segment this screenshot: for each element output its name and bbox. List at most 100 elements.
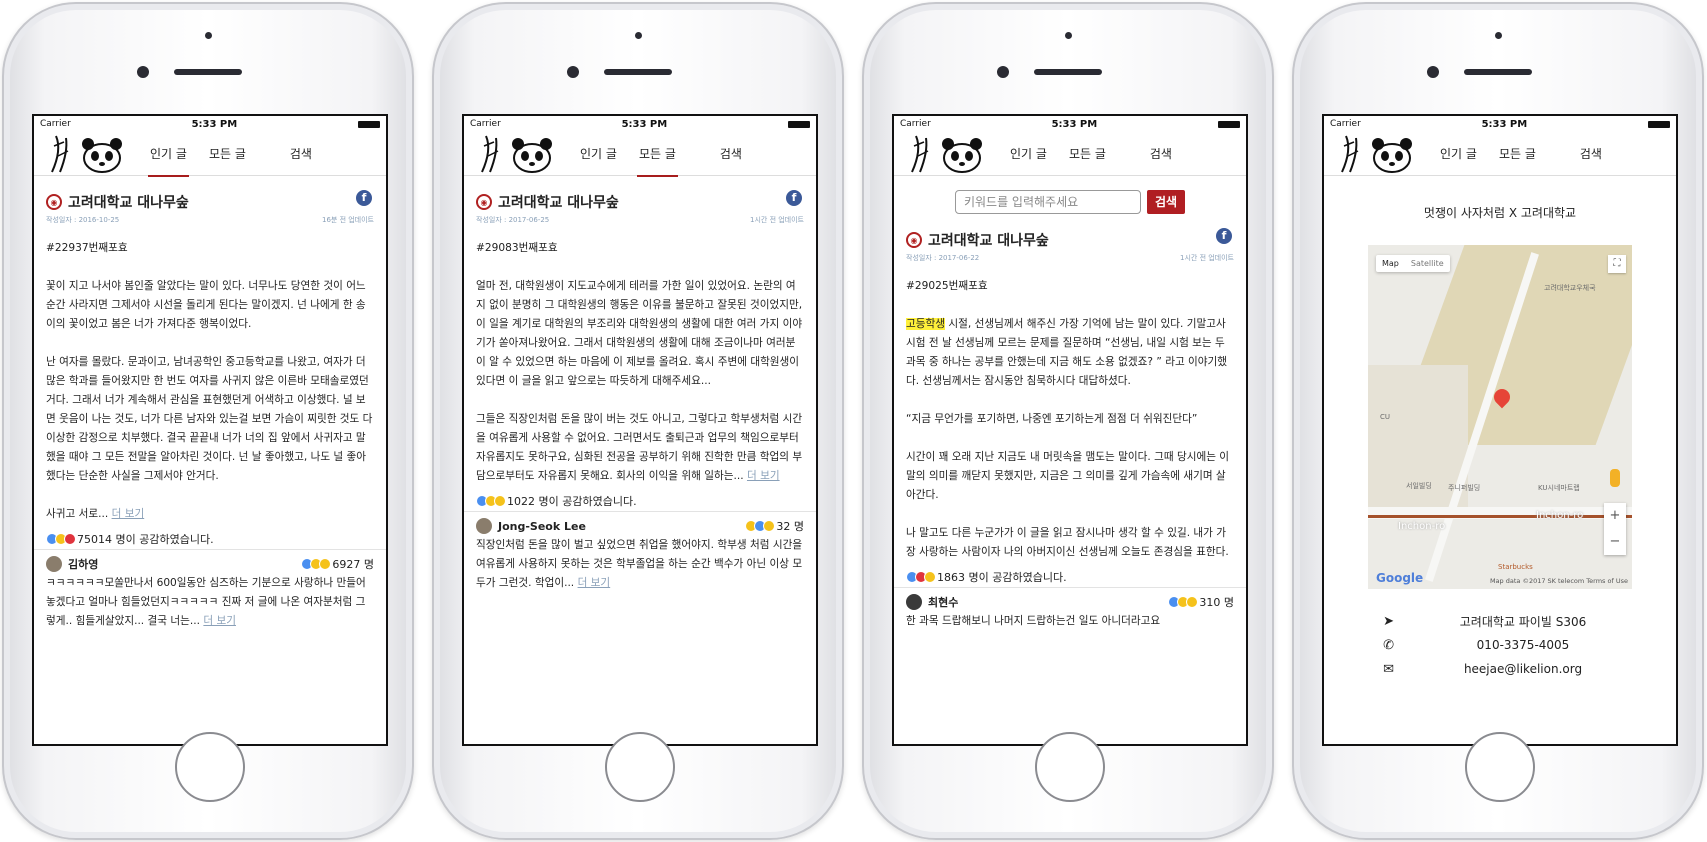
post-paragraph: 얼마 전, 대학원생이 지도교수에게 테러를 가한 일이 있었어요. 논란의 여… <box>476 280 803 387</box>
contact-info: ➤ 고려대학교 파이빌 S306 ✆ 010-3375-4005 ✉ heeja… <box>1324 589 1676 681</box>
avatar <box>906 594 922 610</box>
top-comment: 최현수 310 명 한 과목 드랍해보니 나머지 드랍하는건 일도 아니더라고요 <box>894 588 1246 631</box>
front-camera <box>137 66 149 78</box>
phone-frame-3: Carrier 5:33 PM 인기 글 모든 글 검색 키워드를 입력해주세요… <box>862 2 1274 840</box>
tab-popular[interactable]: 인기 글 <box>1440 132 1477 176</box>
post-body: #22937번째포효 꽃이 지고 나서야 봄인줄 알았다는 말이 있다. 너무나… <box>34 231 386 524</box>
screen-search: Carrier 5:33 PM 인기 글 모든 글 검색 키워드를 입력해주세요… <box>892 114 1248 746</box>
comment-reaction-count: 32 명 <box>776 520 804 533</box>
panda-logo[interactable] <box>478 132 566 176</box>
zoom-control[interactable]: + − <box>1604 503 1626 555</box>
korea-univ-emblem-icon: ◉ <box>476 194 492 210</box>
read-more-link[interactable]: 더 보기 <box>112 508 145 520</box>
status-bar: Carrier 5:33 PM <box>34 116 386 132</box>
likes-count: 1863 명이 공감하였습니다. <box>937 570 1067 584</box>
comment-read-more-link[interactable]: 더 보기 <box>203 615 236 627</box>
avatar <box>46 556 62 572</box>
korea-univ-emblem-icon: ◉ <box>46 194 62 210</box>
map-button[interactable]: Map <box>1376 255 1405 272</box>
map-attribution[interactable]: Map data ©2017 SK telecom Terms of Use <box>1490 577 1628 585</box>
search-highlight: 고등학생 <box>906 318 945 330</box>
google-logo: Google <box>1376 571 1424 585</box>
tab-popular[interactable]: 인기 글 <box>580 132 617 176</box>
phone-frame-2: Carrier 5:33 PM 인기 글 모든 글 검색 ◉ 고려대학교 대나무… <box>432 2 844 840</box>
likes-summary: 1022 명이 공감하였습니다. <box>464 490 816 512</box>
read-more-link[interactable]: 더 보기 <box>747 470 780 482</box>
reaction-icons <box>476 494 506 507</box>
comment-read-more-link[interactable]: 더 보기 <box>578 577 611 589</box>
post-updated: 1시간 전 업데이트 <box>750 216 804 224</box>
earpiece-speaker <box>1034 69 1102 75</box>
pegman-icon[interactable] <box>1610 469 1620 487</box>
carrier-label: Carrier <box>1330 119 1361 129</box>
about-title: 멋쟁이 사자처럼 X 고려대학교 <box>1423 206 1577 220</box>
phone-icon: ✆ <box>1383 637 1394 653</box>
tab-search[interactable]: 검색 <box>1150 132 1172 176</box>
home-button[interactable] <box>1035 732 1105 802</box>
home-button[interactable] <box>1465 732 1535 802</box>
phone-frame-1: Carrier 5:33 PM 인기 글 모든 글 검색 ◉ 고려대학교 대나무… <box>2 2 414 840</box>
app-header: 인기 글 모든 글 검색 <box>1324 132 1676 176</box>
email-icon: ✉ <box>1383 661 1394 677</box>
panda-logo[interactable] <box>1338 132 1426 176</box>
tab-search[interactable]: 검색 <box>720 132 742 176</box>
tab-popular[interactable]: 인기 글 <box>1010 132 1047 176</box>
map-label: 주니퍼빌딩 <box>1448 484 1481 492</box>
location-map[interactable]: Map Satellite ⛶ CU 고려대학교우체국 서일빌딩 주니퍼빌딩 K… <box>1368 245 1632 589</box>
email-text[interactable]: heejae@likelion.org <box>1404 662 1676 676</box>
subway-line <box>1368 515 1632 518</box>
fullscreen-icon[interactable]: ⛶ <box>1608 255 1626 273</box>
likes-count: 75014 명이 공감하였습니다. <box>77 532 214 546</box>
battery-icon <box>1217 120 1240 128</box>
search-button[interactable]: 검색 <box>1146 190 1186 214</box>
status-bar: Carrier 5:33 PM <box>1324 116 1676 132</box>
tab-all[interactable]: 모든 글 <box>1069 132 1106 176</box>
screen-all-posts: Carrier 5:33 PM 인기 글 모든 글 검색 ◉ 고려대학교 대나무… <box>462 114 818 746</box>
facebook-icon[interactable]: f <box>356 190 372 206</box>
post-number: #22937번째포효 <box>46 242 128 254</box>
tab-all[interactable]: 모든 글 <box>209 132 246 176</box>
sensor-dot <box>1065 32 1072 39</box>
app-header: 인기 글 모든 글 검색 <box>894 132 1246 176</box>
map-label: KU시네마트랩 <box>1538 484 1580 492</box>
status-bar: Carrier 5:33 PM <box>894 116 1246 132</box>
post-paragraph: 꽃이 지고 나서야 봄인줄 알았다는 말이 있다. 너무나도 당연한 것이 어느… <box>46 280 366 330</box>
satellite-button[interactable]: Satellite <box>1405 255 1450 272</box>
likes-count: 1022 명이 공감하였습니다. <box>507 494 637 508</box>
tab-all[interactable]: 모든 글 <box>636 132 678 177</box>
post-paragraph: 난 여자를 몰랐다. 문과이고, 남녀공학인 중고등학교를 나왔고, 여자가 더… <box>46 356 373 482</box>
tab-popular[interactable]: 인기 글 <box>148 132 189 177</box>
likes-summary: 75014 명이 공감하였습니다. <box>34 528 386 550</box>
status-time: 5:33 PM <box>621 118 668 130</box>
page-header: ◉ 고려대학교 대나무숲 f 작성일자 : 2017-06-25 1시간 전 업데이… <box>464 176 816 231</box>
post-date: 작성일자 : 2016-10-25 <box>46 216 120 224</box>
status-time: 5:33 PM <box>1481 118 1528 130</box>
post-paragraph: 나 말고도 다른 누군가가 이 글을 읽고 잠시나마 생각 할 수 있길. 내가… <box>906 527 1229 558</box>
front-camera <box>567 66 579 78</box>
facebook-icon[interactable]: f <box>786 190 802 206</box>
comment-reaction-count: 310 명 <box>1199 596 1234 609</box>
post-number: #29025번째포효 <box>906 280 988 292</box>
phone-text[interactable]: 010-3375-4005 <box>1404 638 1676 652</box>
tab-search[interactable]: 검색 <box>1580 132 1602 176</box>
post-paragraph: “지금 무언가를 포기하면, 나중엔 포기하는게 점점 더 쉬워진단다” <box>906 413 1198 425</box>
panda-logo[interactable] <box>48 132 136 176</box>
comment-author: 김하영 <box>68 558 99 571</box>
search-input[interactable]: 키워드를 입력해주세요 <box>954 190 1141 214</box>
tab-search[interactable]: 검색 <box>290 132 312 176</box>
post-body: #29083번째포효 얼마 전, 대학원생이 지도교수에게 테러를 가한 일이 … <box>464 231 816 486</box>
map-label: Inchon-ro <box>1398 521 1446 532</box>
panda-logo[interactable] <box>908 132 996 176</box>
tab-all[interactable]: 모든 글 <box>1499 132 1536 176</box>
comment-reaction-count: 6927 명 <box>332 558 374 571</box>
comment-author: 최현수 <box>928 596 959 609</box>
map-type-control[interactable]: Map Satellite <box>1376 255 1450 272</box>
post-date: 작성일자 : 2017-06-25 <box>476 216 550 224</box>
page-header: ◉ 고려대학교 대나무숲 f 작성일자 : 2017-06-22 1시간 전 업데이… <box>894 224 1246 269</box>
address-text: 고려대학교 파이빌 S306 <box>1459 614 1587 629</box>
home-button[interactable] <box>175 732 245 802</box>
home-button[interactable] <box>605 732 675 802</box>
page-name: 고려대학교 대나무숲 <box>498 195 619 211</box>
phone-frame-4: Carrier 5:33 PM 인기 글 모든 글 검색 멋쟁이 사자처럼 X … <box>1292 2 1704 840</box>
facebook-icon[interactable]: f <box>1216 228 1232 244</box>
